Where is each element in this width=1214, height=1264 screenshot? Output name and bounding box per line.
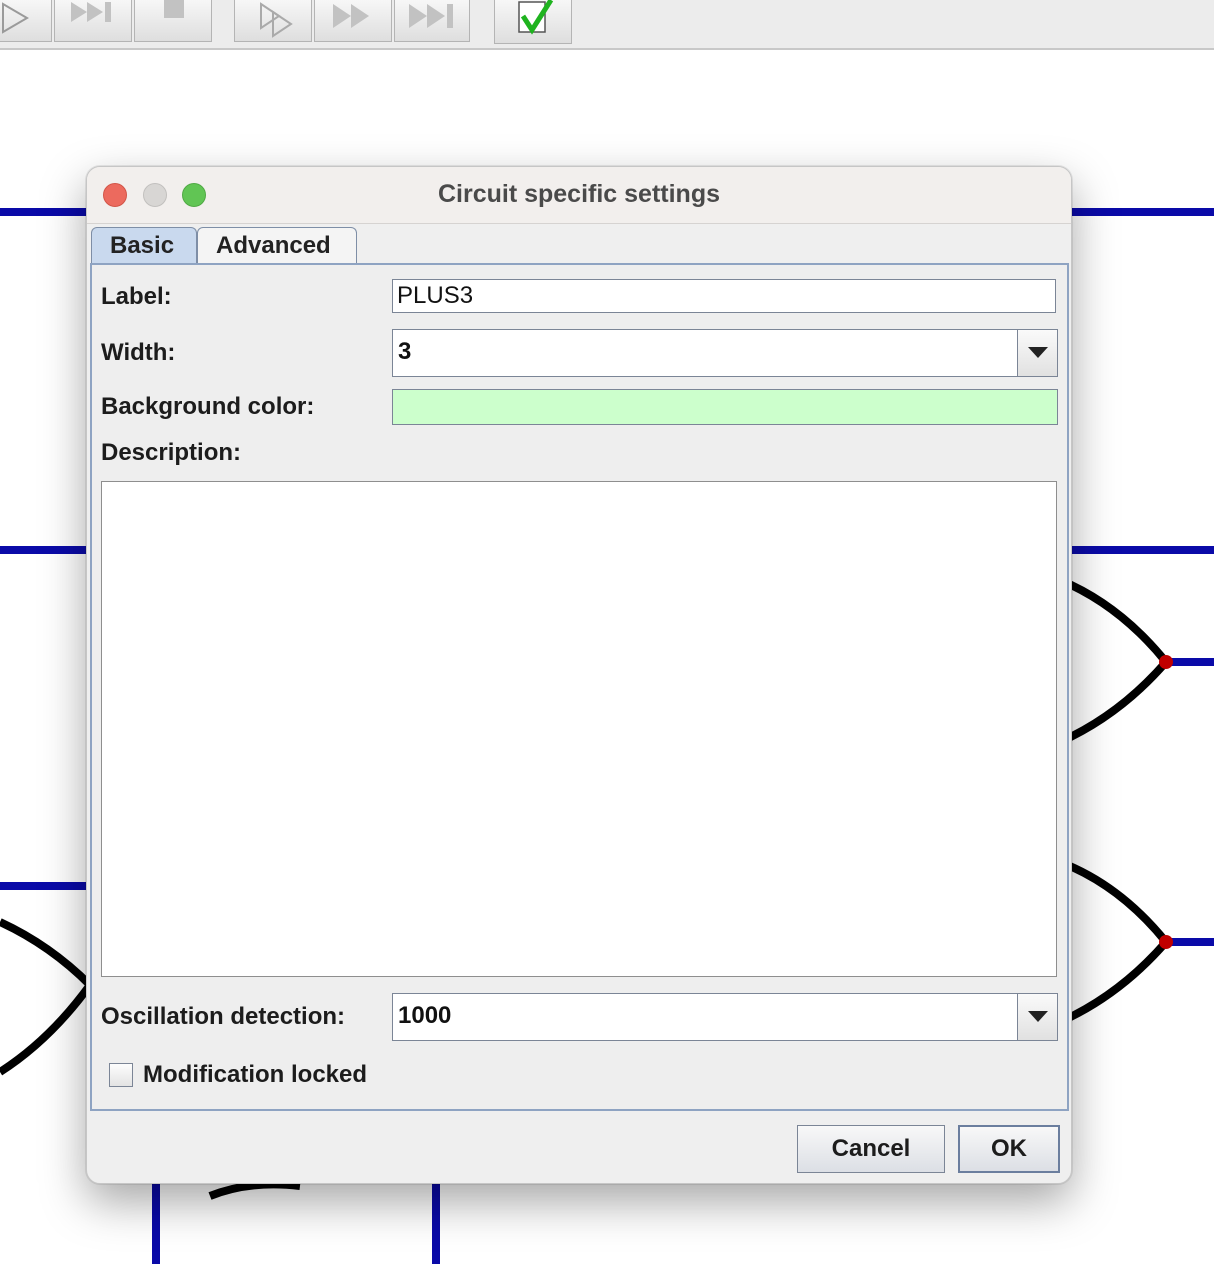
width-dropdown-button[interactable] <box>1017 330 1057 376</box>
background-color-label: Background color: <box>101 393 315 420</box>
tab-advanced[interactable]: Advanced <box>197 227 357 265</box>
gate-shape <box>208 1180 301 1200</box>
modification-locked-label: Modification locked <box>143 1061 368 1088</box>
dialog-title: Circuit specific settings <box>437 180 721 208</box>
or-gate-shape <box>0 918 96 1076</box>
description-label: Description: <box>101 439 242 466</box>
or-gate-shape <box>1058 858 1172 1026</box>
fast-forward-icon <box>333 4 369 28</box>
circuit-settings-dialog: Circuit specific settings Basic Advanced… <box>86 166 1072 1184</box>
run-to-break-icon <box>260 2 293 38</box>
stop-icon <box>164 0 184 18</box>
basic-tab-panel: Label: PLUS3 Width: 3 Background color: … <box>90 263 1069 1111</box>
fast-forward-button[interactable] <box>314 0 392 42</box>
dialog-titlebar: Circuit specific settings <box>87 167 1071 224</box>
check-button[interactable] <box>494 0 572 44</box>
width-value: 3 <box>398 338 412 365</box>
tab-basic[interactable]: Basic <box>91 227 197 265</box>
width-field-label: Width: <box>101 339 176 366</box>
step-forward-icon <box>71 2 111 22</box>
step-forward-button[interactable] <box>54 0 132 42</box>
toolbar <box>0 0 1214 50</box>
label-input[interactable]: PLUS3 <box>392 279 1056 313</box>
background-color-swatch[interactable] <box>392 389 1058 425</box>
skip-end-icon <box>409 4 453 28</box>
check-icon <box>518 0 554 35</box>
oscillation-detection-combobox[interactable]: 1000 <box>392 993 1058 1041</box>
oscillation-detection-value: 1000 <box>398 1002 452 1029</box>
label-field-label: Label: <box>101 283 172 310</box>
junction-dot <box>1159 655 1173 669</box>
or-gate-shape <box>1058 576 1172 746</box>
oscillation-dropdown-button[interactable] <box>1017 994 1057 1040</box>
junction-dot <box>1159 935 1173 949</box>
play-button[interactable] <box>0 0 52 42</box>
ok-button[interactable]: OK <box>958 1125 1060 1173</box>
run-to-break-button[interactable] <box>234 0 312 42</box>
chevron-down-icon <box>1028 347 1048 358</box>
modification-locked-checkbox[interactable] <box>109 1063 133 1087</box>
skip-end-button[interactable] <box>394 0 470 42</box>
play-icon <box>2 2 29 34</box>
oscillation-detection-label: Oscillation detection: <box>101 1003 346 1030</box>
chevron-down-icon <box>1028 1011 1048 1022</box>
cancel-button[interactable]: Cancel <box>797 1125 945 1173</box>
width-combobox[interactable]: 3 <box>392 329 1058 377</box>
description-textarea[interactable] <box>101 481 1057 977</box>
stop-button[interactable] <box>134 0 212 42</box>
